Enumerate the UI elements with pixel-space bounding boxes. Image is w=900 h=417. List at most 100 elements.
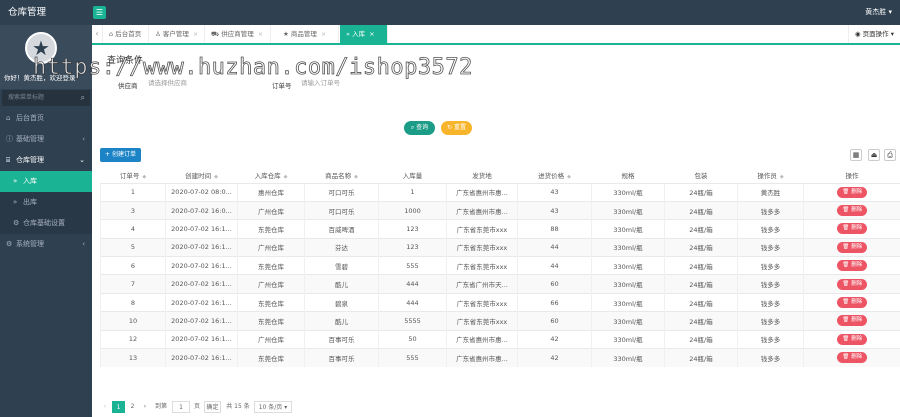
table-row[interactable]: 6 2020-07-02 16:1... 东莞仓库 雪碧 555 广东省东莞市xxx 44 3… <box>100 256 900 275</box>
next-page-icon[interactable]: › <box>140 401 150 413</box>
table-row[interactable]: 13 2020-07-02 16:1... 东莞仓库 百事可乐 555 广东省惠州市惠..… <box>100 348 900 367</box>
table-cell: 雪碧 <box>304 256 379 275</box>
table-cell: 广州仓库 <box>237 237 305 257</box>
print-icon[interactable]: ⎙ <box>884 149 896 161</box>
tab-customers[interactable]: ♙ 客户管理 × <box>149 25 205 43</box>
columns-icon[interactable]: ▦ <box>850 149 862 161</box>
menu-toggle-icon[interactable]: ☰ <box>93 6 106 19</box>
table-row[interactable]: 5 2020-07-02 16:1... 广州仓库 芬达 123 广东省东莞市xxx 44 3… <box>100 237 900 257</box>
delete-button[interactable]: 🗑 删除 <box>837 333 868 345</box>
table-cell: 广州仓库 <box>237 329 305 349</box>
search-button[interactable]: ⌕ 查询 <box>404 121 435 135</box>
sidebar-item-warehouse[interactable]: ⌸ 仓库管理 ⌄ <box>0 150 92 171</box>
chevron-down-icon: ▾ <box>890 30 894 38</box>
table-header-row: 订单号 ◆ 创建时间 ◆ 入库仓库 ◆ 商品名称 ◆ 入库量 发货地 进货价格 ◆ 规格 … <box>100 167 900 184</box>
table-row[interactable]: 8 2020-07-02 16:1... 东莞仓库 碧泉 444 广东省东莞市xxx 66 3… <box>100 292 900 312</box>
column-header: 入库量 <box>378 167 447 184</box>
tab-inbound[interactable]: » 入库 × <box>340 25 388 43</box>
page-operations-button[interactable]: ◉ 页面操作 ▾ <box>847 25 900 43</box>
sidebar-item-label: 后台首页 <box>16 114 44 122</box>
tab-label: 商品管理 <box>290 30 317 38</box>
menu-search-placeholder: 搜索菜单标题 <box>8 94 45 101</box>
delete-button[interactable]: 🗑 删除 <box>837 315 868 327</box>
table-row[interactable]: 12 2020-07-02 16:1... 广州仓库 百事可乐 50 广东省惠州市惠...… <box>100 329 900 349</box>
delete-button[interactable]: 🗑 删除 <box>837 297 868 309</box>
close-icon[interactable]: × <box>258 30 263 38</box>
delete-button[interactable]: 🗑 删除 <box>837 241 868 253</box>
delete-label: 删除 <box>851 243 863 250</box>
column-header[interactable]: 商品名称 ◆ <box>304 167 379 184</box>
table-cell: 可口可乐 <box>304 182 379 202</box>
goto-confirm-button[interactable]: 确定 <box>204 401 221 413</box>
tab-home[interactable]: ⌂ 后台首页 <box>103 25 149 43</box>
table-cell: 酷儿 <box>304 274 379 294</box>
delete-button[interactable]: 🗑 删除 <box>837 278 868 290</box>
create-order-button[interactable]: + 创建订单 <box>100 148 141 162</box>
table-row[interactable]: 7 2020-07-02 16:1... 广州仓库 酷儿 444 广东省广州市天... 60… <box>100 274 900 294</box>
close-icon[interactable]: × <box>321 30 326 38</box>
page-1-button[interactable]: 1 <box>112 401 125 413</box>
delete-label: 删除 <box>851 225 863 232</box>
table-cell: 44 <box>517 237 592 257</box>
table-cell: 50 <box>378 329 447 349</box>
sidebar-item-basic[interactable]: ⓘ 基础管理 ‹ <box>0 129 92 150</box>
table-cell: 24瓶/箱 <box>664 292 738 312</box>
table-cell: 黄杰胜 <box>737 182 804 202</box>
table-cell: 碧泉 <box>304 292 379 312</box>
table-cell: 10 <box>100 311 166 331</box>
column-header[interactable]: 操作员 ◆ <box>737 167 804 184</box>
close-icon[interactable]: × <box>369 30 374 38</box>
page-2-button[interactable]: 2 <box>126 401 139 413</box>
table-row[interactable]: 3 2020-07-02 16:0... 广州仓库 可口可乐 1000 广东省惠州市惠..… <box>100 200 900 220</box>
table-cell: 东莞仓库 <box>237 256 305 275</box>
table-cell: 2020-07-02 16:1... <box>165 348 238 367</box>
action-cell: 🗑 删除 <box>803 311 900 331</box>
table-cell: 13 <box>100 348 166 367</box>
table-cell: 24瓶/箱 <box>664 274 738 294</box>
page-size-select[interactable]: 10 条/页 ▾ <box>254 401 292 413</box>
action-cell: 🗑 删除 <box>803 237 900 257</box>
table-row[interactable]: 10 2020-07-02 16:1... 东莞仓库 酷儿 5555 广东省东莞市xxx 6… <box>100 311 900 331</box>
table-cell: 广东省东莞市xxx <box>446 292 518 312</box>
menu-search-input[interactable]: 搜索菜单标题 ⌕ <box>2 90 90 106</box>
column-header[interactable]: 创建时间 ◆ <box>165 167 238 184</box>
reset-button[interactable]: ↻ 重置 <box>441 121 472 135</box>
delete-button[interactable]: 🗑 删除 <box>837 260 868 272</box>
delete-button[interactable]: 🗑 删除 <box>837 352 868 364</box>
table-row[interactable]: 1 2020-07-02 08:0... 惠州仓库 可口可乐 1 广东省惠州市惠... 43… <box>100 182 900 202</box>
column-header[interactable]: 入库仓库 ◆ <box>237 167 305 184</box>
prev-page-icon[interactable]: ‹ <box>100 401 110 413</box>
delete-label: 删除 <box>851 188 863 195</box>
sidebar-item-warehouse-settings[interactable]: ⚙ 仓库基础设置 <box>0 213 92 234</box>
tab-suppliers[interactable]: ⛟ 供应商管理 × <box>205 25 271 43</box>
action-cell: 🗑 删除 <box>803 200 900 220</box>
table-cell: 酷儿 <box>304 311 379 331</box>
delete-button[interactable]: 🗑 删除 <box>837 205 868 217</box>
delete-button[interactable]: 🗑 删除 <box>837 223 868 235</box>
table-row[interactable]: 4 2020-07-02 16:1... 东莞仓库 百威啤酒 123 广东省东莞市xxx 8… <box>100 219 900 239</box>
column-header[interactable]: 订单号 ◆ <box>100 167 166 184</box>
close-icon[interactable]: × <box>193 30 198 38</box>
sidebar-item-home[interactable]: ⌂ 后台首页 <box>0 108 92 129</box>
main-area: ‹ ⌂ 后台首页 ♙ 客户管理 × ⛟ 供应商管理 × ★ 商品管理 × » 入库 × … <box>92 25 900 417</box>
tab-scroll-left-icon[interactable]: ‹ <box>92 25 103 43</box>
table-cell: 330ml/瓶 <box>591 200 665 220</box>
sidebar-item-outbound[interactable]: » 出库 <box>0 192 92 213</box>
cart-icon: ⛟ <box>211 30 220 38</box>
table-cell: 钱多多 <box>737 311 804 331</box>
sidebar-item-system[interactable]: ⚙ 系统管理 ‹ <box>0 234 92 255</box>
user-menu[interactable]: 黄杰胜 ▾ <box>865 0 892 25</box>
table-cell: 24瓶/箱 <box>664 329 738 349</box>
trash-icon: 🗑 <box>842 335 850 342</box>
export-icon[interactable]: ⏏ <box>868 149 880 161</box>
table-cell: 2020-07-02 16:1... <box>165 329 238 349</box>
delete-label: 删除 <box>851 317 863 324</box>
table-cell: 43 <box>517 200 592 220</box>
goto-page-input[interactable]: 1 <box>172 401 190 413</box>
table-cell: 广东省惠州市惠... <box>446 329 518 349</box>
column-header[interactable]: 进货价格 ◆ <box>517 167 592 184</box>
trash-icon: 🗑 <box>842 299 850 306</box>
delete-button[interactable]: 🗑 删除 <box>837 186 868 198</box>
sidebar-item-inbound[interactable]: » 入库 <box>0 171 92 192</box>
tab-products[interactable]: ★ 商品管理 × <box>277 25 339 43</box>
